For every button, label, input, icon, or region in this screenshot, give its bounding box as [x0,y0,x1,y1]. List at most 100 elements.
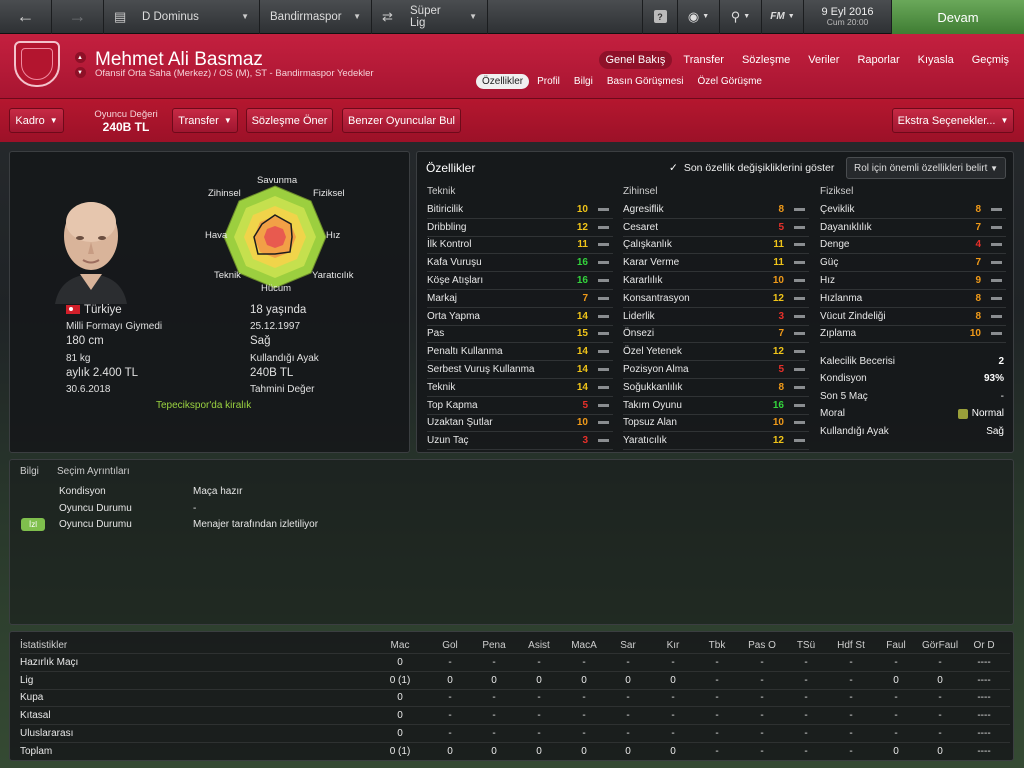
role-select[interactable]: Rol için önemli özellikleri belirt ▼ [846,157,1006,179]
club-select[interactable]: Bandirmaspor ▼ [260,0,372,34]
stats-column-header[interactable]: Tbk [695,640,739,651]
league-select[interactable]: ⇄ Süper Lig ▼ [372,0,488,34]
attribute-row[interactable]: Top Kapma 5 [427,397,613,415]
attribute-row[interactable]: Hızlanma 8 [820,290,1006,308]
stats-column-header[interactable]: GörFaul [918,640,962,651]
attribute-row[interactable]: Vücut Zindeliği 8 [820,308,1006,326]
stats-column-header[interactable]: Pena [472,640,516,651]
next-player-icon[interactable]: ▼ [74,67,86,78]
attribute-row[interactable]: Köşe Atışları 16 [427,272,613,290]
attribute-row[interactable]: Özel Yetenek 12 [623,343,809,362]
attribute-row[interactable]: Konsantrasyon 12 [623,290,809,308]
globe-button[interactable]: ◉ ▼ [678,0,720,34]
stats-cell: - [804,692,808,704]
attribute-row[interactable]: Dayanıklılık 7 [820,219,1006,237]
subtab-attributes[interactable]: Özellikler [476,74,530,89]
tab-selection-details[interactable]: Seçim Ayrıntıları [57,466,130,477]
subtab-info[interactable]: Bilgi [568,74,599,89]
attribute-row[interactable]: Teknik 14 [427,379,613,397]
date-display[interactable]: 9 Eyl 2016 Cum 20:00 [804,0,892,34]
search-icon: ⚲ [730,8,741,24]
stats-column-header[interactable]: Mac [378,640,422,651]
loan-status[interactable]: Tepecikspor'da kiralık [156,400,251,411]
manager-select[interactable]: ▤ D Dominus ▼ [104,0,260,34]
stats-column-header[interactable]: MacA [562,640,606,651]
physical-header: Fiziksel [820,186,854,197]
stats-column-header[interactable]: TSü [784,640,828,651]
attribute-row[interactable]: Penaltı Kullanma 14 [427,343,613,362]
attribute-row[interactable]: Topsuz Alan 10 [623,415,809,433]
tab-info[interactable]: Bilgi [20,466,39,477]
attribute-row[interactable]: Pozisyon Alma 5 [623,361,809,379]
attribute-row[interactable]: Güç 7 [820,254,1006,273]
stats-cell: - [671,710,675,722]
show-changes-checkbox[interactable]: ✓ Son özellik değişikliklerini göster [669,162,834,174]
forward-arrow-icon[interactable]: → [52,0,104,34]
tab-data[interactable]: Veriler [801,51,846,69]
stats-column-header[interactable]: Pas O [740,640,784,651]
previous-player-icon[interactable]: ▲ [74,52,86,63]
attribute-row[interactable]: Orta Yapma 14 [427,308,613,326]
attribute-row[interactable]: Pas 15 [427,326,613,344]
tab-compare[interactable]: Kıyasla [911,51,961,69]
attribute-row[interactable]: Kararlılık 10 [623,272,809,290]
attribute-row[interactable]: Yaratıcılık 12 [623,432,809,451]
attribute-row[interactable]: Agresiflik 8 [623,201,809,219]
attribute-value: 9 [975,275,981,287]
offer-contract-button[interactable]: Sözleşme Öner [246,108,333,133]
stats-cell: - [715,745,719,757]
attribute-row[interactable]: Zıplama 10 [820,326,1006,344]
extra-options-button[interactable]: Ekstra Seçenekler... ▼ [892,108,1014,133]
stats-column-header[interactable]: Sar [606,640,650,651]
attribute-row[interactable]: Karar Verme 11 [623,254,809,273]
stats-column-header[interactable]: Asist [517,640,561,651]
tab-contract[interactable]: Sözleşme [735,51,797,69]
attribute-row[interactable]: Uzun Taç 3 [427,432,613,451]
find-similar-button[interactable]: Benzer Oyuncular Bul [342,108,461,133]
search-button[interactable]: ⚲ ▼ [720,0,762,34]
attribute-row[interactable]: Takım Oyunu 16 [623,397,809,415]
attribute-row[interactable]: Markaj 7 [427,290,613,308]
attribute-row[interactable]: Denge 4 [820,237,1006,255]
attribute-row[interactable]: Hız 9 [820,272,1006,290]
attribute-row[interactable]: Cesaret 5 [623,219,809,237]
attribute-row[interactable]: Çalışkanlık 11 [623,237,809,255]
attribute-row[interactable]: Soğukkanlılık 8 [623,379,809,397]
stats-cell: - [894,710,898,722]
squad-button[interactable]: Kadro ▼ [9,108,64,133]
attribute-value: 5 [582,399,588,411]
stats-column-header[interactable]: Faul [874,640,918,651]
attribute-row[interactable]: Uzaktan Şutlar 10 [427,415,613,433]
technical-header: Teknik [427,186,456,197]
transfer-button[interactable]: Transfer ▼ [172,108,238,133]
attribute-row[interactable]: Çeviklik 8 [820,201,1006,219]
attribute-row[interactable]: Kafa Vuruşu 16 [427,254,613,273]
help-button[interactable]: ? [642,0,678,34]
stats-column-header[interactable]: Or D [962,640,1006,651]
attribute-row[interactable]: Serbest Vuruş Kullanma 14 [427,361,613,379]
back-arrow-icon[interactable]: ← [0,0,52,34]
tab-transfer[interactable]: Transfer [676,51,731,69]
stats-column-header[interactable]: Kır [651,640,695,651]
tab-overview[interactable]: Genel Bakış [598,51,673,69]
subtab-press[interactable]: Basın Görüşmesi [601,74,690,89]
subtab-profile[interactable]: Profil [531,74,566,89]
attribute-row[interactable]: Liderlik 3 [623,308,809,326]
tab-reports[interactable]: Raporlar [850,51,906,69]
attribute-row[interactable]: Dribbling 12 [427,219,613,237]
fm-menu-button[interactable]: FM ▼ [762,0,804,34]
stats-column-header[interactable]: Gol [428,640,472,651]
trend-flat-icon [598,403,609,407]
continue-button[interactable]: Devam [892,0,1024,34]
subtab-private-chat[interactable]: Özel Görüşme [692,74,768,89]
estimated-value: 240B TL [250,367,294,379]
attribute-row[interactable]: Bitiricilik 10 [427,201,613,219]
stats-column-header[interactable]: Hdf St [829,640,873,651]
attribute-name: Köşe Atışları [427,275,484,287]
stats-panel: İstatistikler Mac Gol Pena Asist MacA Sar Kır T… [9,631,1014,761]
main-tabs: Genel Bakış Transfer Sözleşme Veriler Ra… [598,51,1017,69]
attribute-row[interactable]: İlk Kontrol 11 [427,237,613,255]
player-switcher[interactable]: ▲ ▼ [74,52,86,78]
attribute-row[interactable]: Önsezi 7 [623,326,809,344]
tab-history[interactable]: Geçmiş [965,51,1016,69]
